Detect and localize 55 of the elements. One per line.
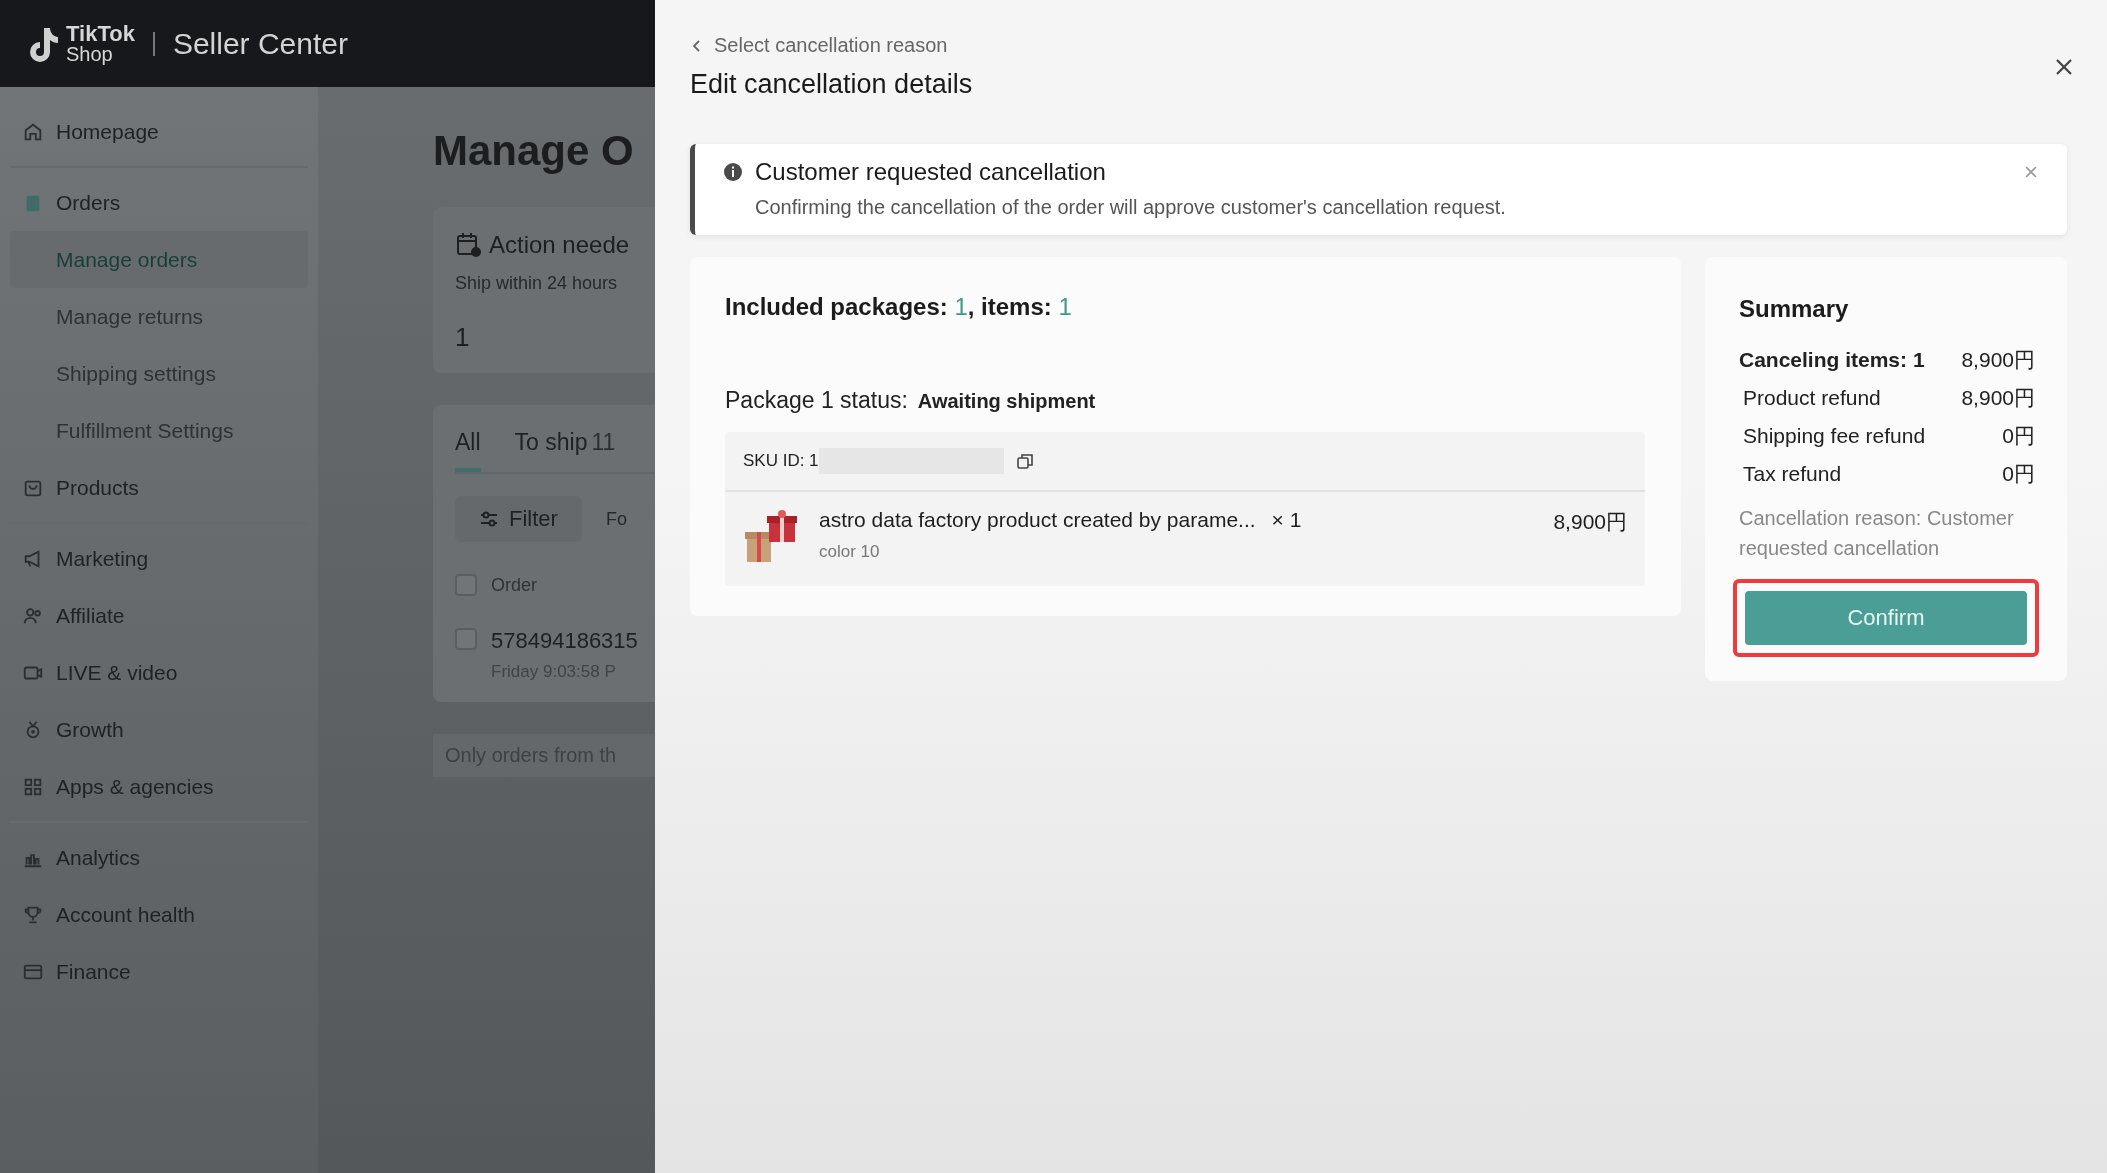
sidebar-item[interactable]: Analytics bbox=[10, 829, 308, 886]
sliders-icon bbox=[479, 509, 499, 529]
package-summary: Included packages: 1, items: 1 bbox=[725, 293, 1073, 321]
summary-title: Summary bbox=[1739, 295, 1850, 323]
count-value: 1 bbox=[455, 322, 471, 353]
summary-value: 0円 bbox=[2002, 423, 2035, 449]
notice-title: Customer requested cancellation bbox=[755, 158, 1107, 186]
summary-label: Canceling items: 1 bbox=[1739, 348, 1925, 372]
product-name: astro data factory product created by parame... bbox=[819, 508, 1256, 532]
summary-value: 8,900円 bbox=[1961, 347, 2035, 373]
price: 8,900円 bbox=[1553, 509, 1627, 535]
summary-label: Product refund bbox=[1743, 386, 1881, 410]
notice-text: Confirming the cancellation of the order will approve customer's cancellation request. bbox=[755, 196, 1506, 219]
sidebar-item[interactable]: Finance bbox=[10, 943, 308, 1000]
sidebar-item[interactable]: Manage orders bbox=[10, 231, 308, 288]
tab[interactable]: To ship 11 bbox=[514, 429, 616, 472]
sku-label: SKU ID: 1 bbox=[743, 451, 819, 471]
column-header: Order bbox=[491, 574, 537, 596]
copy-icon[interactable] bbox=[1015, 452, 1034, 470]
drawer-title: Edit cancellation details bbox=[690, 69, 974, 100]
sidebar-item[interactable]: Growth bbox=[10, 701, 308, 758]
cancellation-reason: Cancellation reason: Customer requested cancellation bbox=[1739, 506, 2015, 561]
card-subtitle: Ship within 24 hours bbox=[455, 273, 619, 294]
info-icon bbox=[723, 162, 743, 182]
calendar-clock-icon bbox=[455, 231, 483, 259]
variant-text: color 10 bbox=[819, 542, 881, 562]
sidebar-item[interactable]: Products bbox=[10, 459, 308, 516]
summary-value: 0円 bbox=[2002, 461, 2035, 487]
summary-label: Shipping fee refund bbox=[1743, 424, 1926, 448]
sidebar-item[interactable]: Affiliate bbox=[10, 587, 308, 644]
filter-button[interactable]: Filter bbox=[455, 496, 582, 542]
sidebar-item[interactable]: Fulfillment Settings bbox=[10, 402, 308, 459]
logo-text: Shop bbox=[66, 43, 114, 64]
sidebar-item[interactable]: Apps & agencies bbox=[10, 758, 308, 815]
sidebar-item[interactable]: LIVE & video bbox=[10, 644, 308, 701]
sidebar-item[interactable]: Orders bbox=[10, 174, 308, 231]
summary-label: Tax refund bbox=[1743, 462, 1842, 486]
sidebar-item[interactable]: Account health bbox=[10, 886, 308, 943]
quantity: × 1 bbox=[1271, 508, 1302, 532]
summary-value: 8,900円 bbox=[1961, 385, 2035, 411]
order-id[interactable]: 578494186315 bbox=[491, 628, 638, 654]
page-title: Manage O bbox=[433, 127, 635, 175]
status-value: Awaiting shipment bbox=[917, 390, 1096, 413]
tab[interactable]: All bbox=[455, 429, 481, 472]
status-label: Package 1 status: bbox=[725, 387, 908, 414]
sidebar-item[interactable]: Manage returns bbox=[10, 288, 308, 345]
sidebar-item[interactable]: Shipping settings bbox=[10, 345, 308, 402]
app-title: Seller Center bbox=[172, 26, 348, 61]
sidebar-item[interactable]: Marketing bbox=[10, 530, 308, 587]
card-title: Action neede bbox=[489, 231, 630, 259]
logo-text: TikTok bbox=[66, 23, 135, 44]
confirm-button[interactable]: Confirm bbox=[1745, 591, 2027, 645]
back-link[interactable]: Select cancellation reason bbox=[690, 34, 948, 57]
sidebar-item[interactable]: Homepage bbox=[10, 103, 308, 160]
filter-text: Fo bbox=[605, 508, 627, 530]
